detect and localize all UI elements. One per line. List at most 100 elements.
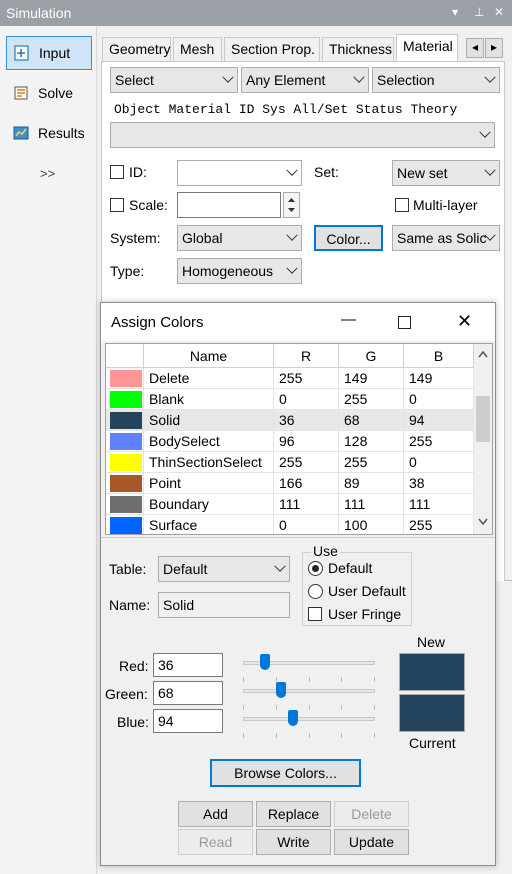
scale-spinner[interactable] xyxy=(283,192,300,218)
pin-icon[interactable]: ⊥ xyxy=(474,5,484,19)
table-row[interactable]: Boundary 111 111 111 xyxy=(106,494,474,515)
add-button[interactable]: Add xyxy=(178,801,253,827)
color-swatch xyxy=(110,412,142,429)
slider-tick xyxy=(341,733,342,738)
slider-thumb[interactable] xyxy=(276,682,286,698)
divider xyxy=(101,537,495,538)
g-cell: 255 xyxy=(339,389,404,410)
expand-icon[interactable]: >> xyxy=(40,166,55,181)
table-header-r[interactable]: R xyxy=(274,344,339,368)
tab-section-prop[interactable]: Section Prop. xyxy=(224,37,320,61)
solve-icon xyxy=(12,84,30,102)
set-combo[interactable]: New set xyxy=(392,160,500,186)
table-header-b[interactable]: B xyxy=(404,344,474,368)
swatch-cell xyxy=(106,473,144,494)
name-cell: ThinSectionSelect xyxy=(144,452,274,473)
select-mode-combo[interactable]: Select xyxy=(110,67,238,93)
table-select-combo[interactable]: Default xyxy=(158,556,290,582)
red-label: Red: xyxy=(119,658,149,674)
swatch-cell xyxy=(106,368,144,389)
tab-next-button[interactable]: ▸ xyxy=(485,38,503,58)
nav-results-button[interactable]: Results xyxy=(6,116,92,150)
scale-label: Scale: xyxy=(129,197,168,213)
blue-slider[interactable] xyxy=(243,709,375,738)
table-row[interactable]: Solid 36 68 94 xyxy=(106,410,474,431)
table-scrollbar[interactable] xyxy=(474,344,492,534)
current-color-swatch xyxy=(399,694,465,732)
r-cell: 36 xyxy=(274,410,339,431)
table-header-g[interactable]: G xyxy=(339,344,404,368)
slider-track xyxy=(243,717,375,721)
r-cell: 111 xyxy=(274,494,339,515)
table-header-name[interactable]: Name xyxy=(144,344,274,368)
green-slider[interactable] xyxy=(243,681,375,710)
red-input[interactable]: 36 xyxy=(153,653,223,677)
update-button[interactable]: Update xyxy=(334,829,409,855)
table-row[interactable]: Point 166 89 38 xyxy=(106,473,474,494)
dialog-title-bar: Assign Colors — ✕ xyxy=(101,303,495,341)
swatch-cell xyxy=(106,410,144,431)
scale-input[interactable] xyxy=(177,192,281,218)
green-input[interactable]: 68 xyxy=(153,681,223,705)
table-row[interactable]: Delete 255 149 149 xyxy=(106,368,474,389)
name-label: Name: xyxy=(109,597,151,613)
nav-results-label: Results xyxy=(38,125,85,141)
color-button[interactable]: Color... xyxy=(314,225,383,251)
tab-thickness[interactable]: Thickness xyxy=(322,37,394,61)
table-row[interactable]: Surface 0 100 255 xyxy=(106,515,474,534)
swatch-cell xyxy=(106,452,144,473)
use-user-default-label: User Default xyxy=(328,583,406,599)
nav-input-button[interactable]: Input xyxy=(6,36,92,70)
name-input[interactable]: Solid xyxy=(158,592,290,618)
scroll-thumb[interactable] xyxy=(476,396,490,442)
same-as-combo[interactable]: Same as Solic xyxy=(392,225,500,251)
name-cell: Delete xyxy=(144,368,274,389)
use-default-radio[interactable] xyxy=(308,561,323,576)
close-icon[interactable]: ✕ xyxy=(457,311,472,332)
scale-checkbox[interactable] xyxy=(110,198,124,212)
divider xyxy=(505,580,512,581)
table-header-corner xyxy=(106,344,144,368)
use-user-default-radio[interactable] xyxy=(308,584,323,599)
dropdown-icon[interactable]: ▾ xyxy=(452,5,458,19)
minimize-icon[interactable]: — xyxy=(341,311,356,328)
element-type-combo[interactable]: Any Element xyxy=(241,67,369,93)
browse-colors-button[interactable]: Browse Colors... xyxy=(210,759,361,787)
multilayer-label: Multi-layer xyxy=(413,197,478,213)
table-row[interactable]: Blank 0 255 0 xyxy=(106,389,474,410)
name-cell: Surface xyxy=(144,515,274,534)
maximize-icon[interactable] xyxy=(398,316,411,329)
nav-solve-button[interactable]: Solve xyxy=(6,76,92,110)
id-checkbox[interactable] xyxy=(110,165,124,179)
multilayer-checkbox[interactable] xyxy=(395,198,409,212)
blue-input[interactable]: 94 xyxy=(153,709,223,733)
slider-tick xyxy=(276,733,277,738)
slider-thumb[interactable] xyxy=(288,710,298,726)
tab-mesh[interactable]: Mesh xyxy=(173,37,222,61)
user-fringe-label: User Fringe xyxy=(328,606,402,622)
id-combo[interactable] xyxy=(177,160,302,186)
color-swatch xyxy=(110,496,142,513)
slider-thumb[interactable] xyxy=(260,654,270,670)
delete-button[interactable]: Delete xyxy=(334,801,409,827)
green-label: Green: xyxy=(105,686,148,702)
scroll-up-icon xyxy=(478,350,488,358)
tab-geometry[interactable]: Geometry xyxy=(102,37,171,61)
tab-prev-button[interactable]: ◂ xyxy=(466,38,484,58)
read-button[interactable]: Read xyxy=(178,829,253,855)
table-row[interactable]: BodySelect 96 128 255 xyxy=(106,431,474,452)
selection-combo[interactable]: Selection xyxy=(372,67,500,93)
user-fringe-checkbox[interactable] xyxy=(308,607,322,621)
replace-button[interactable]: Replace xyxy=(256,801,331,827)
object-list-combo[interactable] xyxy=(110,122,495,148)
table-row[interactable]: ThinSectionSelect 255 255 0 xyxy=(106,452,474,473)
color-swatch xyxy=(110,370,142,387)
type-combo[interactable]: Homogeneous xyxy=(177,258,302,284)
g-cell: 149 xyxy=(339,368,404,389)
system-combo[interactable]: Global xyxy=(177,225,302,251)
tab-material[interactable]: Material xyxy=(396,34,458,62)
write-button[interactable]: Write xyxy=(256,829,331,855)
close-icon[interactable]: ✕ xyxy=(494,5,504,19)
red-slider[interactable] xyxy=(243,653,375,682)
same-as-value: Same as Solic xyxy=(397,230,487,246)
